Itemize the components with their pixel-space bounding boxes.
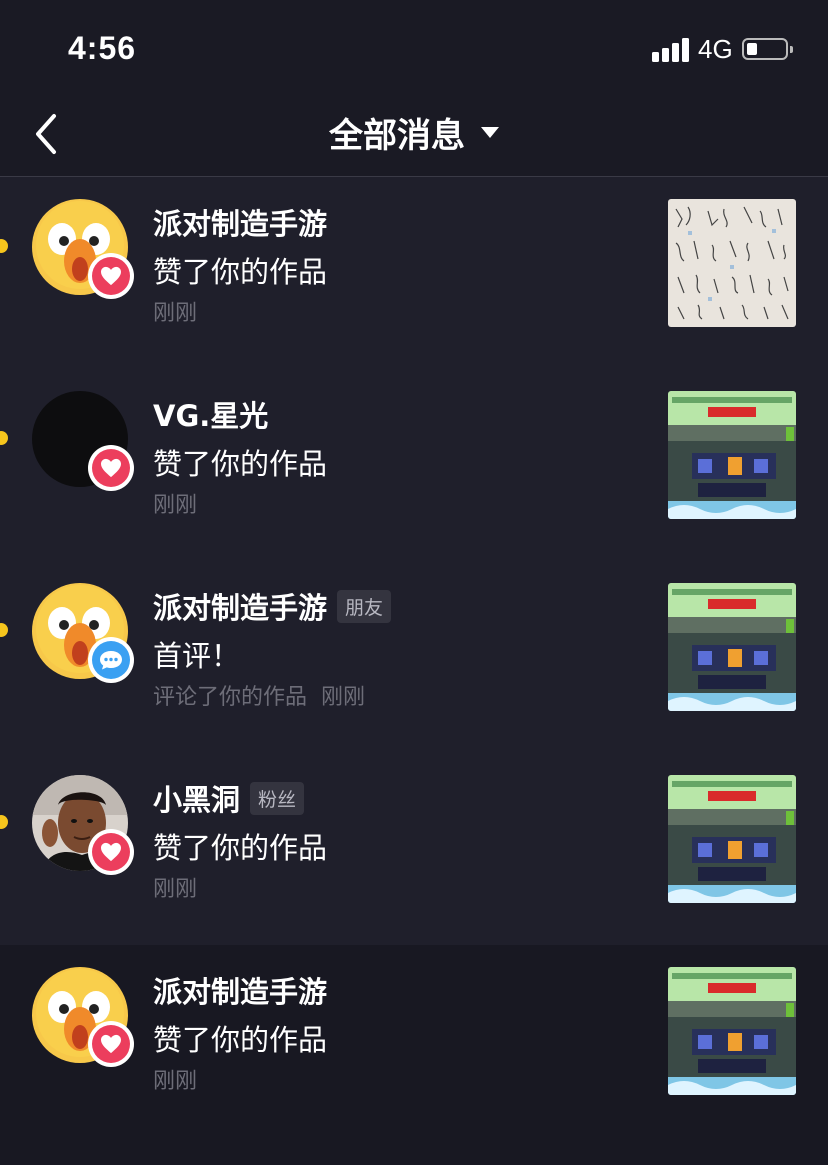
action-text: 赞了你的作品 — [153, 255, 328, 289]
sketch-grid-thumbnail[interactable] — [668, 199, 796, 327]
game-screenshot-thumbnail[interactable] — [668, 775, 796, 903]
message-meta: 刚刚 — [153, 295, 197, 327]
timestamp: 刚刚 — [153, 493, 198, 518]
game-screenshot-thumbnail[interactable] — [668, 583, 796, 711]
caret-down-icon — [481, 127, 499, 138]
action-text: 赞了你的作品 — [153, 447, 328, 481]
comment-badge — [88, 637, 134, 683]
heart-icon — [101, 266, 121, 286]
timestamp: 刚刚 — [153, 877, 198, 902]
heart-icon — [101, 1034, 121, 1054]
status-time: 4:56 — [68, 30, 137, 66]
nav-bar: 全部消息 — [0, 96, 828, 177]
list-item[interactable]: 小黑洞 粉丝 赞了你的作品 刚刚 — [0, 753, 828, 945]
message-list: 派对制造手游 赞了你的作品 刚刚 VG.星光 赞了你的作品 刚刚 派对制造手游 … — [0, 177, 828, 1165]
timestamp: 刚刚 — [153, 301, 198, 326]
message-meta: 评论了你的作品 刚刚 — [153, 679, 365, 711]
sender-name[interactable]: VG.星光 — [153, 393, 268, 435]
list-item[interactable]: 派对制造手游 赞了你的作品 刚刚 — [0, 177, 828, 369]
signal-icon — [652, 38, 692, 62]
like-badge — [88, 1021, 134, 1067]
game-screenshot-thumbnail[interactable] — [668, 391, 796, 519]
message-meta: 刚刚 — [153, 487, 197, 519]
meta-description: 评论了你的作品 — [153, 685, 308, 710]
list-item[interactable]: 派对制造手游 赞了你的作品 刚刚 — [0, 945, 828, 1165]
sender-name[interactable]: 派对制造手游 — [153, 585, 327, 627]
sender-name[interactable]: 派对制造手游 — [153, 969, 327, 1011]
title-dropdown[interactable]: 全部消息 — [0, 108, 828, 157]
sender-name[interactable]: 派对制造手游 — [153, 201, 327, 243]
sender-name[interactable]: 小黑洞 — [153, 777, 240, 819]
unread-dot — [0, 623, 8, 637]
action-text: 赞了你的作品 — [153, 1023, 328, 1057]
message-meta: 刚刚 — [153, 1063, 197, 1095]
heart-icon — [101, 842, 121, 862]
network-type: 4G — [698, 34, 733, 64]
like-badge — [88, 253, 134, 299]
list-item[interactable]: 派对制造手游 朋友 首评！ 评论了你的作品 刚刚 — [0, 561, 828, 753]
page-title: 全部消息 — [329, 116, 465, 156]
unread-dot — [0, 431, 8, 445]
relationship-tag: 粉丝 — [250, 781, 305, 815]
unread-dot — [0, 815, 8, 829]
heart-icon — [101, 458, 121, 478]
game-screenshot-thumbnail[interactable] — [668, 967, 796, 1095]
comment-text: 首评！ — [153, 639, 241, 673]
status-bar: 4:56 4G — [0, 0, 828, 96]
comment-icon — [100, 651, 122, 670]
unread-dot — [0, 239, 8, 253]
message-meta: 刚刚 — [153, 871, 197, 903]
action-text: 赞了你的作品 — [153, 831, 328, 865]
timestamp: 刚刚 — [153, 1069, 198, 1094]
like-badge — [88, 829, 134, 875]
relationship-tag: 朋友 — [337, 589, 392, 623]
timestamp: 刚刚 — [321, 685, 366, 710]
like-badge — [88, 445, 134, 491]
list-item[interactable]: VG.星光 赞了你的作品 刚刚 — [0, 369, 828, 561]
battery-icon — [742, 38, 793, 60]
